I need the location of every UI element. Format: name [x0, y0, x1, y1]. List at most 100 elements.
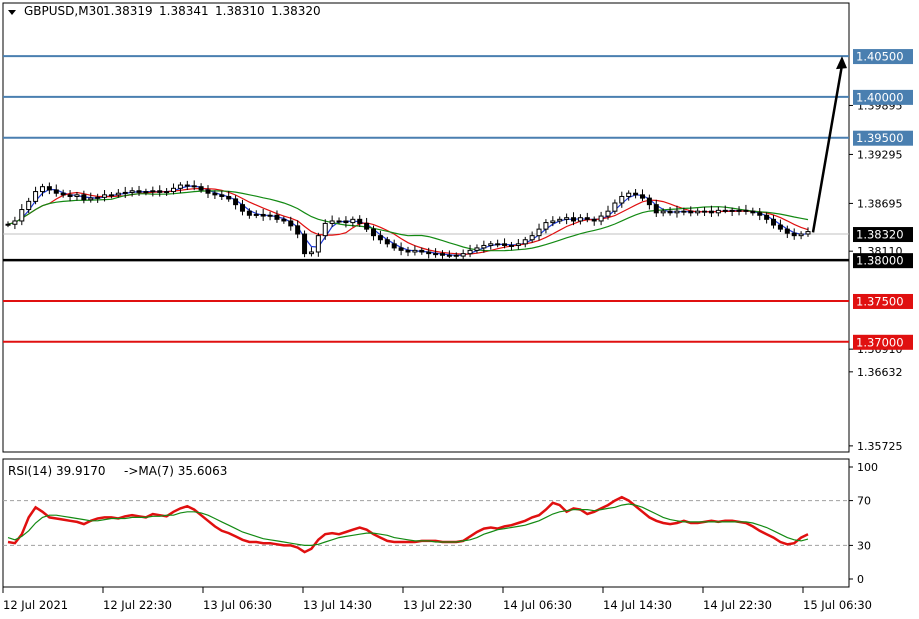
- candle-body: [33, 191, 39, 202]
- candle-body: [777, 224, 783, 230]
- time-label: 14 Jul 22:30: [703, 598, 772, 612]
- candle-body: [191, 185, 197, 188]
- candle-body: [557, 218, 563, 222]
- candle-body: [488, 243, 494, 246]
- price-tick-label: 1.39295: [857, 148, 903, 161]
- candle-body: [646, 197, 652, 206]
- candle-body: [515, 243, 521, 246]
- rsi-panel[interactable]: 100 70 30 0: [2, 458, 878, 588]
- candle-body: [571, 217, 577, 222]
- price-tick-label: 1.38695: [857, 197, 903, 210]
- chart-header: GBPUSD,M30 1.38319 1.38341 1.38310 1.383…: [8, 4, 321, 18]
- candle-body: [550, 220, 556, 224]
- candle-body: [198, 186, 204, 191]
- price-panel[interactable]: [2, 2, 850, 453]
- candle-body: [467, 249, 473, 255]
- level-tag-label: 1.38320: [856, 228, 904, 242]
- candle-body: [164, 191, 170, 194]
- candle-body: [502, 243, 508, 246]
- candle-body: [750, 210, 756, 214]
- candle-body: [102, 194, 108, 198]
- candle-body: [246, 210, 252, 216]
- candle-body: [426, 251, 432, 255]
- candle-body: [12, 220, 18, 225]
- time-label: 13 Jul 22:30: [403, 598, 472, 612]
- candle-body: [53, 189, 59, 194]
- rsi-label: RSI(14) 39.9170: [8, 464, 106, 478]
- candle-body: [660, 210, 666, 214]
- price-tick-label: 1.35725: [857, 440, 903, 453]
- candle-body: [702, 210, 708, 213]
- candle-body: [357, 218, 363, 224]
- candle-body: [219, 194, 225, 197]
- symbol-label[interactable]: GBPUSD,M30: [24, 4, 104, 18]
- candle-body: [536, 228, 542, 237]
- candle-body: [688, 210, 694, 214]
- candle-body: [405, 249, 411, 253]
- candle-body: [391, 243, 397, 249]
- candle-body: [5, 223, 11, 226]
- candle-body: [419, 249, 425, 253]
- candle-body: [633, 192, 639, 196]
- time-label: 14 Jul 14:30: [603, 598, 672, 612]
- time-label: 13 Jul 14:30: [303, 598, 372, 612]
- candle-body: [398, 247, 404, 251]
- candle-body: [695, 210, 701, 214]
- candle-body: [177, 184, 183, 189]
- candle-body: [715, 209, 721, 214]
- rsi-ma-label: ->MA(7) 35.6063: [124, 464, 227, 478]
- candle-body: [157, 190, 163, 193]
- time-label: 15 Jul 06:30: [803, 598, 872, 612]
- time-label: 13 Jul 06:30: [203, 598, 272, 612]
- rsi-tick-label: 30: [857, 539, 871, 552]
- candle-body: [605, 210, 611, 217]
- candle-body: [171, 187, 177, 193]
- candle-body: [267, 214, 273, 217]
- level-tag-label: 1.38000: [856, 254, 904, 268]
- open-price: 1.38319: [103, 4, 153, 18]
- candle-body: [302, 233, 308, 255]
- candle-body: [626, 192, 632, 197]
- candle-body: [805, 231, 811, 235]
- chart-window: 1.398951.392951.386951.381101.369101.366…: [2, 2, 913, 612]
- candle-body: [136, 190, 142, 193]
- candle-body: [108, 194, 114, 197]
- candle-body: [784, 228, 790, 234]
- candle-body: [295, 225, 301, 235]
- time-axis: 12 Jul 2021 12 Jul 22:30 13 Jul 06:30 13 Ju…: [2, 587, 872, 612]
- candle-body: [439, 253, 445, 256]
- candle-body: [143, 191, 149, 194]
- candle-body: [205, 189, 211, 194]
- candle-body: [122, 191, 128, 194]
- candle-body: [260, 213, 266, 217]
- candle-body: [343, 220, 349, 224]
- candle-body: [239, 204, 245, 212]
- candle-body: [446, 254, 452, 257]
- candle-body: [329, 220, 335, 224]
- candle-body: [481, 244, 487, 249]
- rsi-tick-label: 100: [857, 461, 878, 474]
- candle-body: [653, 204, 659, 214]
- price-panel-frame: [2, 2, 850, 453]
- time-label: 12 Jul 22:30: [103, 598, 172, 612]
- level-tag-label: 1.37000: [856, 335, 904, 349]
- candle-body: [315, 235, 321, 253]
- candle-body: [619, 195, 625, 204]
- candle-body: [26, 200, 32, 211]
- candle-body: [74, 194, 80, 197]
- candle-body: [253, 213, 259, 216]
- candle-body: [67, 194, 73, 197]
- candle-body: [667, 210, 673, 214]
- time-label: 12 Jul 2021: [3, 598, 68, 612]
- candle-body: [564, 217, 570, 220]
- candle-body: [212, 192, 218, 196]
- candle-body: [453, 254, 459, 257]
- candle-body: [639, 194, 645, 199]
- candle-body: [543, 222, 549, 230]
- price-tick-label: 1.36632: [857, 366, 903, 379]
- candle-body: [46, 186, 52, 191]
- candle-body: [350, 218, 356, 224]
- candle-body: [233, 198, 239, 206]
- candle-body: [495, 243, 501, 246]
- candle-body: [412, 249, 418, 253]
